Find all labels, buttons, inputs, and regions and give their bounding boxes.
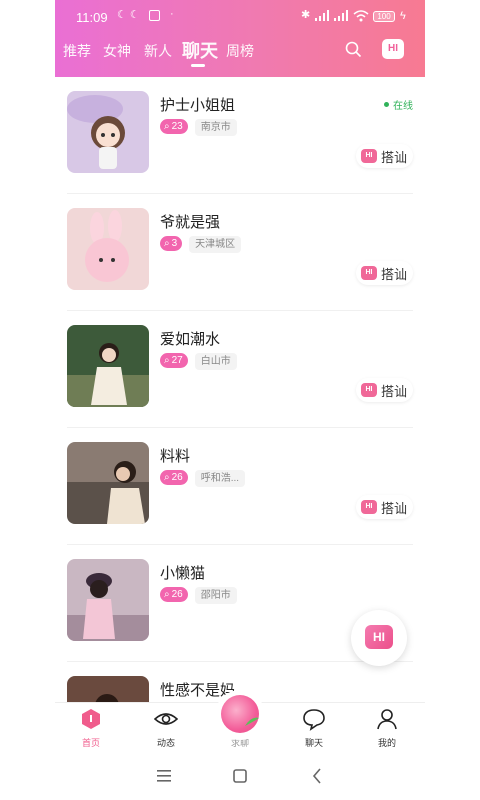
hi-icon: HI [360,266,377,280]
user-badges: ⌕ 26 呼和浩... [160,470,246,487]
message-count-badge: ⌕ 23 [160,119,188,134]
avatar[interactable] [67,208,149,290]
online-dot-icon [384,102,389,107]
search-icon[interactable] [345,41,362,58]
user-card[interactable]: 爱如潮水 ⌕ 27 白山市 HI 搭讪 [55,311,425,428]
message-count: 23 [171,121,183,132]
hi-icon: HI [360,500,377,514]
signal-icon [315,10,329,21]
tab-chat[interactable]: 聊天 [182,37,218,63]
nav-label: 聊天 [304,738,323,748]
nav-profile[interactable]: 我的 [357,703,417,753]
eye-icon [154,713,178,725]
user-name: 料料 [160,448,191,465]
tab-recommend[interactable]: 推荐 [63,41,91,61]
menu-icon[interactable] [157,770,171,782]
user-badges: ⌕ 27 白山市 [160,353,237,370]
user-badges: ⌕ 26 邵阳市 [160,587,237,604]
message-count-badge: ⌕ 26 [160,587,188,602]
greet-button[interactable]: HI 搭讪 [355,144,413,168]
message-count-badge: ⌕ 27 [160,353,188,368]
greet-hi-button[interactable]: HI [382,39,404,59]
user-name: 小懒猫 [160,565,206,582]
greet-label: 搭讪 [380,266,407,282]
message-count: 26 [171,472,183,483]
nav-home[interactable]: 首页 [61,703,121,753]
greet-label: 搭讪 [380,149,407,165]
chat-bubble-icon [303,709,325,731]
hi-icon: HI [360,149,377,163]
center-match-button[interactable] [215,690,265,740]
home-icon [82,709,100,729]
chat-bubble-icon: ⌕ [164,238,170,249]
user-feed: 护士小姐姐 在线 ⌕ 23 南京市 HI 搭讪 爷就是强 ⌕ 3 天津城区 HI 搭讪 [55,77,425,702]
user-card[interactable]: 爷就是强 ⌕ 3 天津城区 HI 搭讪 [55,194,425,311]
online-label: 在线 [393,101,413,112]
message-count: 3 [171,238,178,249]
signal-icon-2 [334,10,348,21]
city-badge: 南京市 [194,119,237,136]
nav-moments[interactable]: 动态 [136,703,196,753]
city-badge: 呼和浩... [194,470,246,487]
app-notification-icon [149,10,160,21]
tab-newcomer[interactable]: 新人 [144,41,172,61]
system-nav-bar [55,752,425,800]
user-badges: ⌕ 3 天津城区 [160,236,242,253]
chat-bubble-icon: ⌕ [164,472,170,483]
chat-bubble-icon: ⌕ [164,589,170,600]
message-count-badge: ⌕ 3 [160,236,183,251]
nav-label: 首页 [81,738,100,748]
user-name: 护士小姐姐 [160,97,236,114]
nav-label: 我的 [377,738,396,748]
leaf-icon [245,717,259,726]
user-card[interactable]: 护士小姐姐 在线 ⌕ 23 南京市 HI 搭讪 [55,77,425,194]
status-bar: 11:09 ☾ ☾ · ✱ 100 ϟ [55,0,425,34]
wifi-icon [353,10,369,22]
city-badge: 白山市 [194,353,237,370]
city-badge: 邵阳市 [194,587,237,604]
moon-icon: ☾ ☾ [117,9,140,21]
bluetooth-icon: ✱ [301,9,311,21]
back-icon[interactable] [312,768,322,784]
message-count: 27 [171,355,183,366]
category-tabs: 推荐 女神 新人 聊天 周榜 [55,36,425,67]
user-name: 爷就是强 [160,214,221,231]
status-time: 11:09 [76,10,108,25]
nav-chat[interactable]: 聊天 [284,703,344,753]
greet-button[interactable]: HI 搭讪 [355,378,413,402]
charging-icon: ϟ [400,10,406,22]
avatar[interactable] [67,442,149,524]
chat-bubble-icon: ⌕ [164,121,170,132]
online-status: 在线 [384,97,413,112]
top-header: 11:09 ☾ ☾ · ✱ 100 ϟ 推荐 女神 新人 聊天 周榜 HI [55,0,425,77]
user-card[interactable]: 料料 ⌕ 26 呼和浩... HI 搭讪 [55,428,425,545]
avatar[interactable] [67,325,149,407]
avatar[interactable] [67,91,149,173]
peach-icon [221,695,259,733]
user-name: 爱如潮水 [160,331,221,348]
hi-icon: HI [365,625,393,649]
greet-button[interactable]: HI 搭讪 [355,495,413,519]
greet-label: 搭讪 [380,383,407,399]
greet-label: 搭讪 [380,500,407,516]
hi-icon: HI [360,383,377,397]
city-badge: 天津城区 [189,236,242,253]
greet-button[interactable]: HI 搭讪 [355,261,413,285]
battery-indicator: 100 [373,11,395,22]
message-count: 26 [171,589,183,600]
floating-hi-button[interactable]: HI [351,610,407,666]
app-screen: 11:09 ☾ ☾ · ✱ 100 ϟ 推荐 女神 新人 聊天 周榜 HI 护士… [55,0,425,800]
nav-label: 动态 [156,738,175,748]
chat-bubble-icon: ⌕ [164,355,170,366]
person-icon [377,709,397,730]
home-square-icon[interactable] [233,769,247,783]
tab-weekly-rank[interactable]: 周榜 [226,41,254,61]
avatar[interactable] [67,676,149,702]
dot-icon: · [170,8,174,20]
tab-goddess[interactable]: 女神 [103,41,131,61]
user-badges: ⌕ 23 南京市 [160,119,237,136]
message-count-badge: ⌕ 26 [160,470,188,485]
active-tab-indicator [191,64,205,67]
avatar[interactable] [67,559,149,641]
